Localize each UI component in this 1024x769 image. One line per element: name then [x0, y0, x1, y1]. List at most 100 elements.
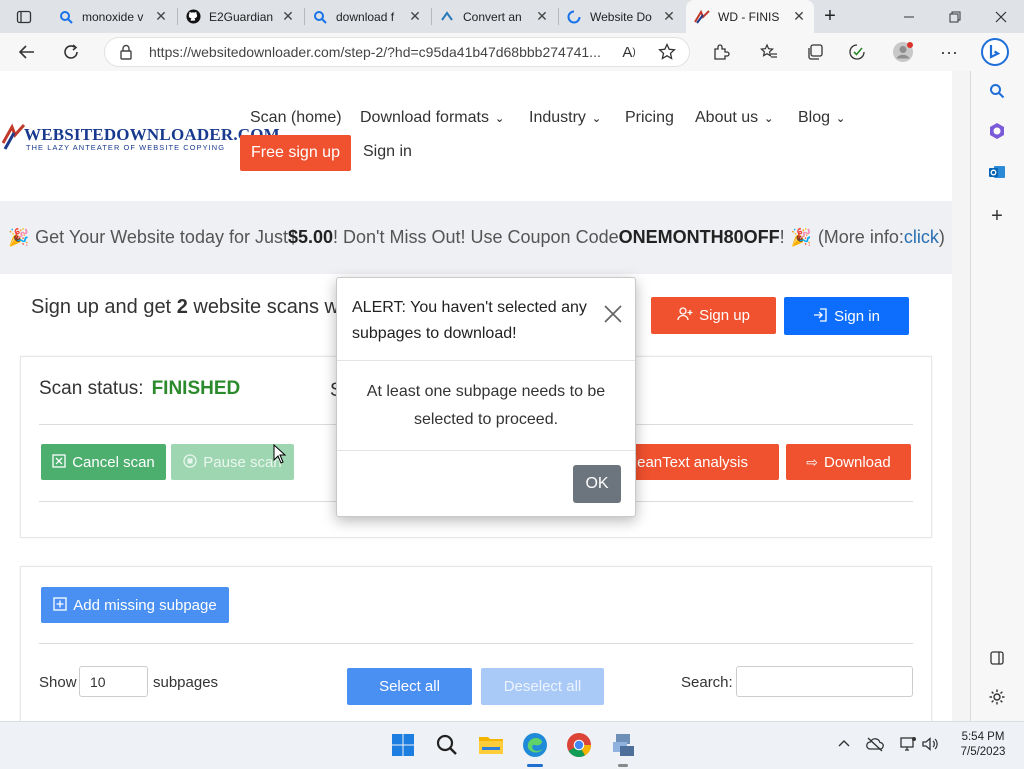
pause-icon: [183, 453, 197, 471]
nav-about-us[interactable]: About us ⌄: [695, 109, 773, 127]
sign-up-button[interactable]: Sign up: [651, 297, 776, 334]
search-icon[interactable]: [985, 79, 1009, 103]
bing-copilot-icon[interactable]: [980, 38, 1010, 66]
browser-tab-5[interactable]: Website Do ✕: [558, 0, 684, 33]
close-tab-icon[interactable]: ✕: [408, 9, 422, 23]
party-popper-icon: 🎉: [790, 227, 812, 247]
close-tab-icon[interactable]: ✕: [281, 9, 295, 23]
sidebar-toggle-icon[interactable]: [985, 646, 1009, 670]
plus-box-icon: [53, 596, 67, 614]
cancel-box-icon: [52, 453, 66, 471]
nav-download-formats[interactable]: Download formats ⌄: [360, 109, 504, 127]
deselect-all-button[interactable]: Deselect all: [481, 668, 604, 705]
search-icon[interactable]: [432, 730, 462, 760]
nav-industry[interactable]: Industry ⌄: [529, 109, 601, 127]
profile-avatar[interactable]: [888, 38, 918, 66]
cancel-scan-button[interactable]: Cancel scan: [41, 444, 166, 480]
add-sidebar-app-icon[interactable]: +: [985, 204, 1009, 228]
tab-actions-icon[interactable]: [0, 0, 48, 33]
more-menu-icon[interactable]: ···: [934, 38, 964, 66]
browser-tab-1[interactable]: monoxide v ✕: [50, 0, 176, 33]
address-bar[interactable]: https://websitedownloader.com/step-2/?hd…: [104, 37, 690, 67]
select-all-button[interactable]: Select all: [347, 668, 472, 705]
chrome-icon[interactable]: [564, 730, 594, 760]
browser-tab-2[interactable]: E2Guardian ✕: [177, 0, 303, 33]
browser-tab-6-active[interactable]: WD - FINIS ✕: [686, 0, 814, 33]
search-label: Search:: [681, 674, 733, 691]
close-tab-icon[interactable]: ✕: [154, 9, 168, 23]
read-aloud-icon[interactable]: A): [614, 38, 644, 66]
new-tab-button[interactable]: +: [816, 0, 844, 33]
nav-blog[interactable]: Blog ⌄: [798, 109, 845, 127]
windows-taskbar: 5:54 PM 7/5/2023: [0, 721, 1024, 769]
close-window-icon[interactable]: [978, 0, 1024, 33]
volume-icon[interactable]: [920, 734, 940, 754]
chevron-up-icon[interactable]: [834, 734, 854, 754]
chevron-down-icon: ⌄: [836, 112, 846, 125]
url-text[interactable]: https://websitedownloader.com/step-2/?hd…: [149, 44, 619, 60]
scan-status-value: FINISHED: [151, 378, 241, 399]
edge-sidebar: +: [970, 71, 1024, 721]
party-popper-icon: 🎉: [8, 227, 30, 247]
scan-status: Scan status: FINISHED: [39, 378, 241, 399]
outlook-icon[interactable]: [985, 160, 1009, 184]
close-tab-icon[interactable]: ✕: [792, 9, 806, 23]
favorites-icon[interactable]: [754, 38, 784, 66]
edge-browser-icon[interactable]: [520, 730, 550, 767]
browser-tab-4[interactable]: Convert an ✕: [431, 0, 557, 33]
promo-more-info-link[interactable]: click: [904, 227, 939, 248]
lock-icon[interactable]: [119, 44, 135, 60]
show-label: Show: [39, 674, 77, 691]
favorite-star-icon[interactable]: [652, 38, 682, 66]
mouse-cursor-icon: [273, 444, 287, 464]
browser-tab-bar: monoxide v ✕ E2Guardian ✕ download f ✕ C…: [0, 0, 1024, 33]
page-size-select[interactable]: 10: [79, 666, 148, 697]
anteater-logo-icon: [2, 123, 26, 150]
tab-title: download f: [336, 9, 395, 24]
download-button[interactable]: ⇨ Download: [786, 444, 911, 480]
nav-scan-home[interactable]: Scan (home): [250, 109, 342, 127]
display-icon[interactable]: [898, 734, 918, 754]
sign-in-button[interactable]: Sign in: [784, 297, 909, 335]
close-tab-icon[interactable]: ✕: [535, 9, 549, 23]
divider: [337, 450, 635, 451]
modal-title: ALERT: You haven't selected any subpages…: [352, 299, 587, 342]
refresh-icon[interactable]: [56, 38, 86, 66]
subpages-label: subpages: [153, 674, 219, 691]
promo-banner: 🎉 Get Your Website today for Just $5.00!…: [0, 201, 952, 274]
nav-pricing[interactable]: Pricing: [625, 109, 674, 127]
back-icon[interactable]: [12, 38, 42, 66]
settings-gear-icon[interactable]: [985, 685, 1009, 709]
close-icon[interactable]: [603, 304, 623, 324]
user-plus-icon: [677, 307, 693, 324]
windows-start-icon[interactable]: [388, 730, 418, 760]
office-icon[interactable]: [985, 119, 1009, 143]
add-missing-subpage-button[interactable]: Add missing subpage: [41, 587, 229, 623]
browser-essentials-icon[interactable]: [842, 38, 872, 66]
tab-title: WD - FINIS: [718, 9, 780, 24]
search-input[interactable]: [736, 666, 913, 697]
search-icon: [58, 9, 74, 25]
page-scrollbar[interactable]: [952, 71, 970, 721]
free-sign-up-button[interactable]: Free sign up: [240, 135, 351, 171]
collections-icon[interactable]: [800, 38, 830, 66]
browser-tab-3[interactable]: download f ✕: [304, 0, 430, 33]
promo-coupon-code: ONEMONTH80OFF: [618, 227, 780, 247]
system-clock[interactable]: 5:54 PM 7/5/2023: [948, 730, 1018, 760]
extensions-icon[interactable]: [706, 38, 736, 66]
nav-sign-in[interactable]: Sign in: [363, 143, 412, 161]
close-tab-icon[interactable]: ✕: [662, 9, 676, 23]
wd-logo-icon: [694, 9, 710, 25]
file-explorer-icon[interactable]: [476, 730, 506, 760]
address-toolbar: https://websitedownloader.com/step-2/?hd…: [0, 33, 1024, 72]
search-icon: [312, 9, 328, 25]
modal-body: At least one subpage needs to be selecte…: [366, 383, 606, 428]
network-app-icon[interactable]: [608, 730, 638, 767]
site-logo[interactable]: WEBSITEDOWNLOADER.COM THE LAZY ANTEATER …: [2, 123, 280, 153]
ok-button[interactable]: OK: [573, 465, 621, 503]
minimize-icon[interactable]: [886, 0, 932, 33]
logo-tagline: THE LAZY ANTEATER OF WEBSITE COPYING: [26, 143, 226, 152]
github-icon: [185, 9, 201, 25]
restore-icon[interactable]: [932, 0, 978, 33]
cloud-off-icon[interactable]: [865, 734, 885, 754]
